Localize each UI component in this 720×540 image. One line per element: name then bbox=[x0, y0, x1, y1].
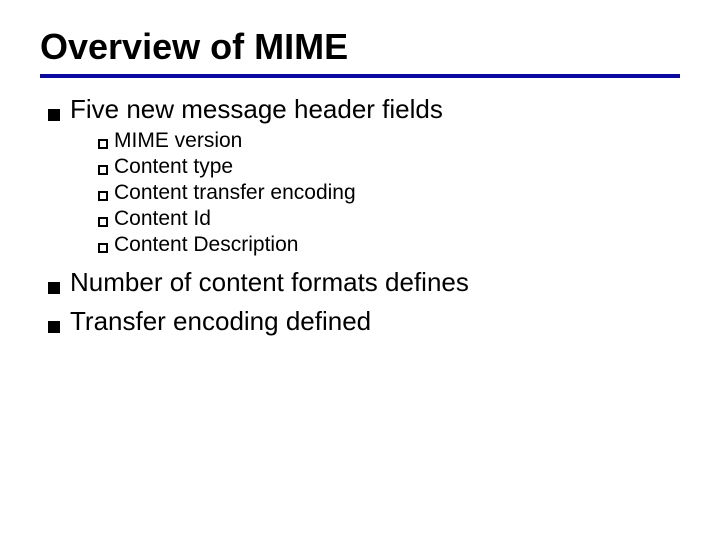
bullet-level2: Content type bbox=[98, 155, 680, 179]
bullet-text: Content transfer encoding bbox=[114, 181, 356, 205]
sub-bullet-group: MIME version Content type Content transf… bbox=[98, 129, 680, 257]
hollow-square-bullet-icon bbox=[98, 243, 108, 253]
bullet-text: Content Description bbox=[114, 233, 298, 257]
bullet-level2: Content Description bbox=[98, 233, 680, 257]
bullet-text: Transfer encoding defined bbox=[70, 306, 371, 337]
square-bullet-icon bbox=[48, 109, 60, 121]
hollow-square-bullet-icon bbox=[98, 217, 108, 227]
hollow-square-bullet-icon bbox=[98, 165, 108, 175]
square-bullet-icon bbox=[48, 321, 60, 333]
hollow-square-bullet-icon bbox=[98, 191, 108, 201]
title-underline bbox=[40, 74, 680, 78]
bullet-level1: Five new message header fields bbox=[48, 94, 680, 125]
slide: Overview of MIME Five new message header… bbox=[0, 0, 720, 540]
bullet-level1: Transfer encoding defined bbox=[48, 306, 680, 337]
slide-title: Overview of MIME bbox=[40, 26, 680, 68]
bullet-text: MIME version bbox=[114, 129, 242, 153]
bullet-level1: Number of content formats defines bbox=[48, 267, 680, 298]
bullet-level2: Content transfer encoding bbox=[98, 181, 680, 205]
square-bullet-icon bbox=[48, 282, 60, 294]
bullet-text: Content type bbox=[114, 155, 233, 179]
bullet-level2: MIME version bbox=[98, 129, 680, 153]
bullet-text: Five new message header fields bbox=[70, 94, 443, 125]
bullet-level2: Content Id bbox=[98, 207, 680, 231]
bullet-text: Content Id bbox=[114, 207, 211, 231]
hollow-square-bullet-icon bbox=[98, 139, 108, 149]
bullet-text: Number of content formats defines bbox=[70, 267, 469, 298]
